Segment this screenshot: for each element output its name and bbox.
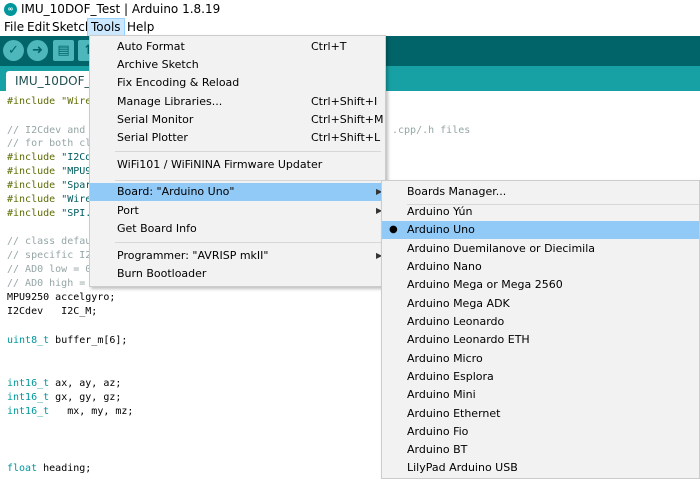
board-option-bt[interactable]: Arduino BT [382, 441, 699, 459]
board-option-ethernet[interactable]: Arduino Ethernet [382, 405, 699, 423]
code-line: #include "MPU9 [7, 166, 92, 177]
upload-button[interactable]: ➜ [27, 40, 48, 61]
menu-item-programmer[interactable]: Programmer: "AVRISP mkII" ▶ [90, 247, 385, 265]
menu-item-boards-manager[interactable]: Boards Manager... [382, 183, 699, 201]
menu-help[interactable]: Help [124, 19, 157, 36]
code-line: #include "Spar [7, 180, 92, 191]
menu-item-serial-plotter[interactable]: Serial Plotter Ctrl+Shift+L [90, 129, 385, 147]
code-line: .cpp/.h files [392, 125, 471, 136]
menu-item-port[interactable]: Port ▶ [90, 202, 385, 220]
board-option-leonardo[interactable]: Arduino Leonardo [382, 313, 699, 331]
arduino-infinity-icon: ∞ [4, 3, 17, 16]
code-line: MPU9250 accelgyro; [7, 292, 116, 303]
board-option-duemilanove[interactable]: Arduino Duemilanove or Diecimila [382, 240, 699, 258]
code-line: #include "Wire [7, 194, 92, 205]
menu-separator [115, 151, 381, 152]
menu-item-serial-monitor[interactable]: Serial Monitor Ctrl+Shift+M [90, 111, 385, 129]
code-line: int16_t gx, gy, gz; [7, 392, 122, 403]
menu-item-manage-libraries[interactable]: Manage Libraries... Ctrl+Shift+I [90, 93, 385, 111]
menu-item-wifi-firmware-updater[interactable]: WiFi101 / WiFiNINA Firmware Updater [90, 156, 385, 174]
menu-separator [115, 242, 381, 243]
code-line: int16_t ax, ay, az; [7, 378, 122, 389]
code-line: int16_t mx, my, mz; [7, 406, 134, 417]
menu-item-board[interactable]: Board: "Arduino Uno" ▶ [90, 183, 385, 201]
new-sketch-button[interactable]: ▤ [53, 40, 74, 61]
menu-item-archive-sketch[interactable]: Archive Sketch [90, 56, 385, 74]
board-option-leonardo-eth[interactable]: Arduino Leonardo ETH [382, 331, 699, 349]
board-option-mini[interactable]: Arduino Mini [382, 386, 699, 404]
window-title: IMU_10DOF_Test | Arduino 1.8.19 [21, 2, 221, 16]
code-line: float heading; [7, 463, 92, 474]
board-option-arduino-yun[interactable]: Arduino Yún [382, 203, 699, 221]
board-submenu: Boards Manager... Arduino Yún ● Arduino … [381, 180, 700, 479]
board-option-esplora[interactable]: Arduino Esplora [382, 368, 699, 386]
board-option-fio[interactable]: Arduino Fio [382, 423, 699, 441]
menu-bar: File Edit Sketch Tools Help [0, 18, 700, 37]
code-line: // class defau [7, 236, 92, 247]
menu-separator [115, 180, 381, 181]
code-line: // I2Cdev and [7, 125, 86, 136]
selected-bullet-icon: ● [389, 224, 398, 235]
code-line: #include "Wire [7, 96, 92, 107]
code-line: I2Cdev I2C_M; [7, 306, 98, 317]
code-line: #include "I2Cd [7, 152, 92, 163]
verify-button[interactable]: ✓ [3, 40, 24, 61]
board-option-nano[interactable]: Arduino Nano [382, 258, 699, 276]
menu-item-auto-format[interactable]: Auto Format Ctrl+T [90, 38, 385, 56]
board-option-micro[interactable]: Arduino Micro [382, 350, 699, 368]
code-line: #include "SPI. [7, 208, 92, 219]
code-line: // for both cl [7, 138, 92, 149]
code-line: uint8_t buffer_m[6]; [7, 335, 128, 346]
menu-item-burn-bootloader[interactable]: Burn Bootloader [90, 265, 385, 283]
board-option-arduino-uno[interactable]: ● Arduino Uno [382, 221, 699, 239]
menu-item-fix-encoding[interactable]: Fix Encoding & Reload [90, 74, 385, 92]
code-line: // specific I2 [7, 250, 92, 261]
board-option-mega-adk[interactable]: Arduino Mega ADK [382, 295, 699, 313]
board-option-mega-2560[interactable]: Arduino Mega or Mega 2560 [382, 276, 699, 294]
title-bar: ∞ IMU_10DOF_Test | Arduino 1.8.19 [0, 0, 700, 19]
board-option-lilypad-usb[interactable]: LilyPad Arduino USB [382, 459, 699, 477]
menu-item-get-board-info[interactable]: Get Board Info [90, 220, 385, 238]
tools-menu: Auto Format Ctrl+T Archive Sketch Fix Enc… [89, 35, 386, 287]
code-line: // AD0 low = 0 [7, 264, 92, 275]
